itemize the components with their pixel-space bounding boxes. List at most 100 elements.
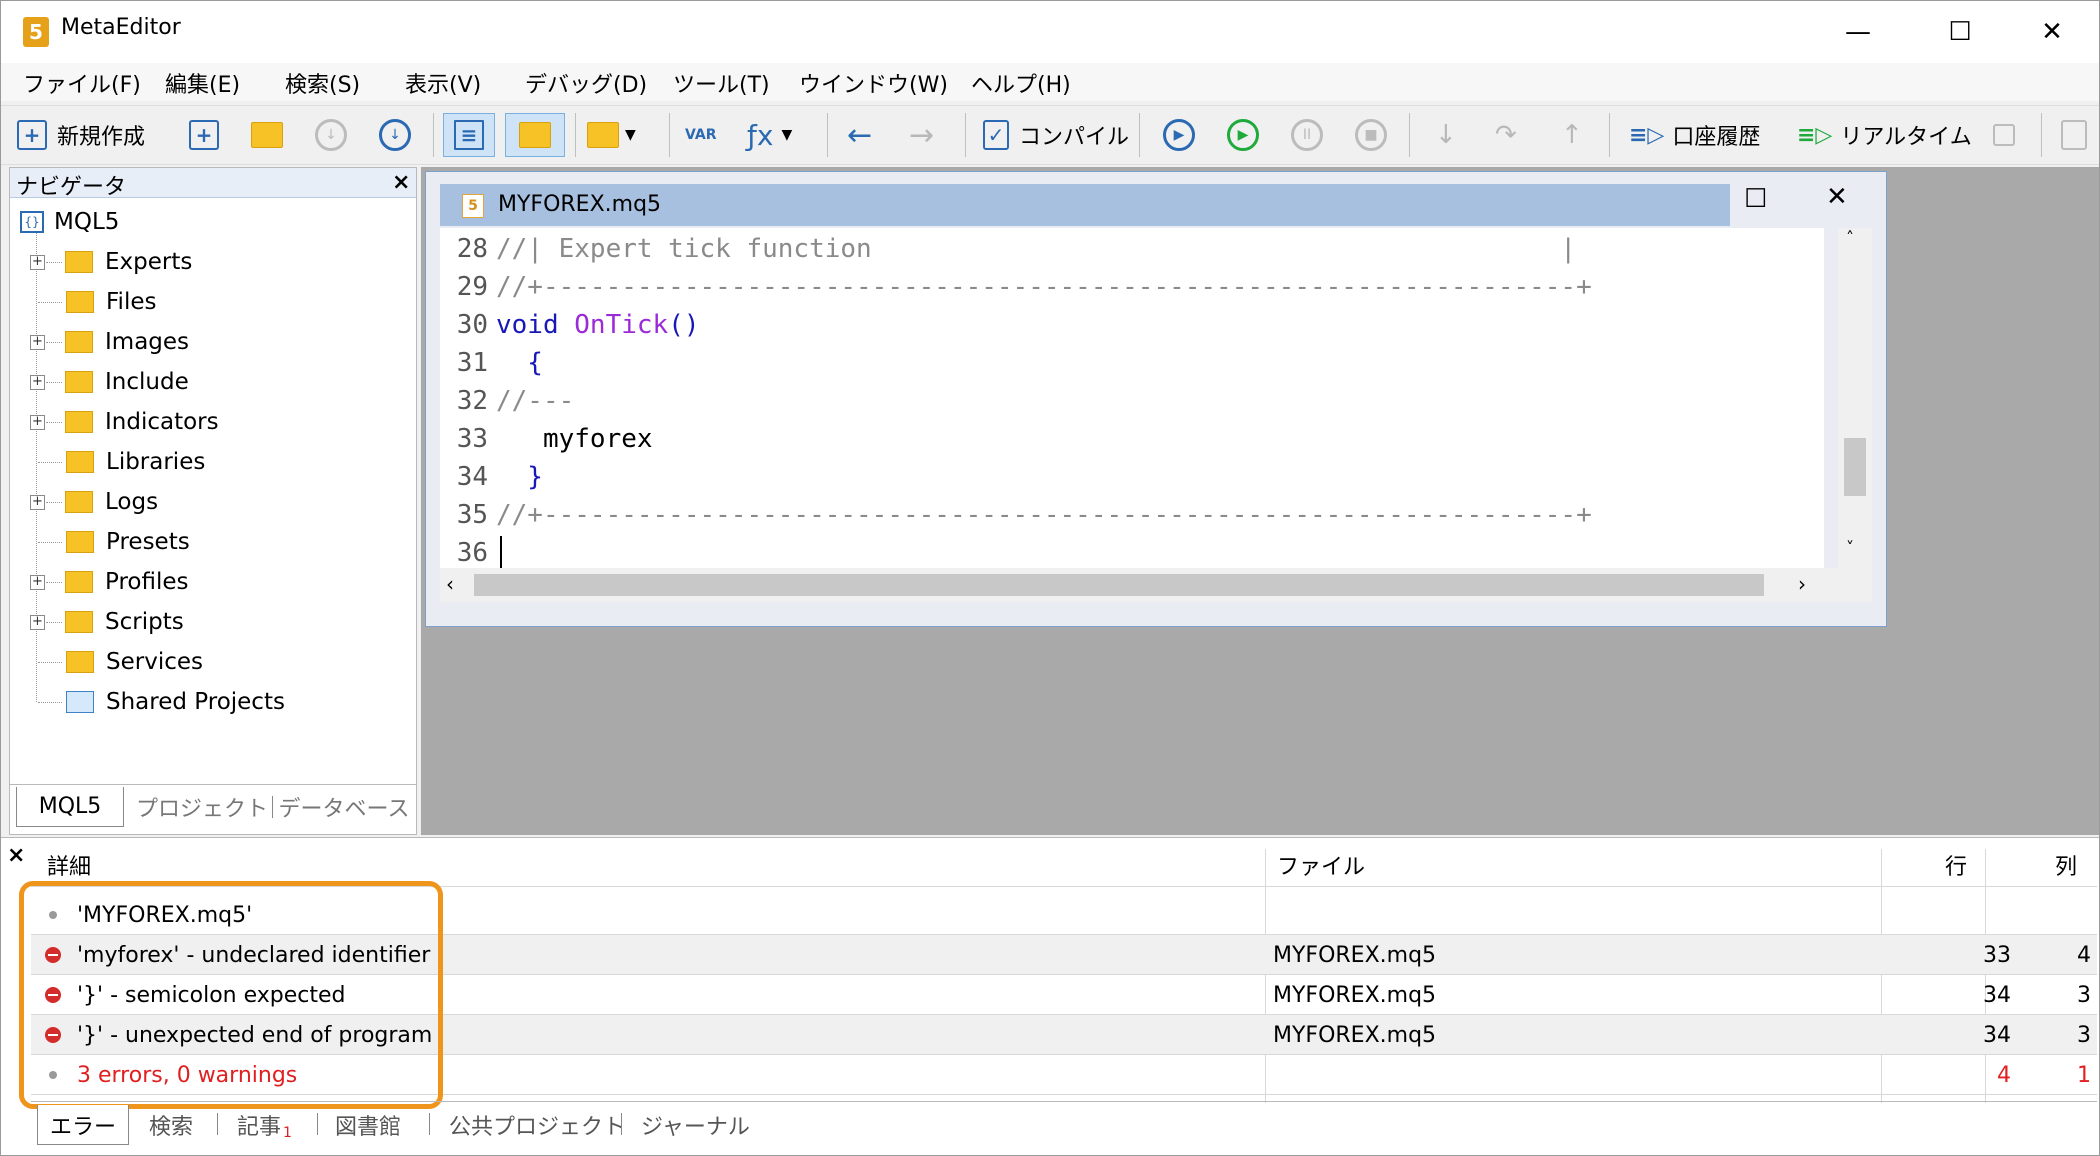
toolbar-separator xyxy=(965,113,966,157)
navtab-database[interactable]: データベース xyxy=(276,787,412,827)
code-line: myforex xyxy=(496,424,653,454)
compile-button[interactable]: ✓ コンパイル xyxy=(983,113,1129,157)
step-out-button[interactable]: ↑ xyxy=(1561,113,1583,157)
tree-item-presets[interactable]: Presets xyxy=(30,522,190,562)
start-real-button[interactable]: ▶ xyxy=(1227,113,1259,157)
menu-edit[interactable]: 編集(E) xyxy=(165,67,240,99)
copy-button[interactable] xyxy=(2061,113,2087,157)
folder-icon xyxy=(65,331,93,353)
col-line[interactable]: 行 xyxy=(1945,849,1967,881)
col-column[interactable]: 列 xyxy=(2055,849,2077,881)
tab-separator xyxy=(217,1113,218,1135)
tree-item-scripts[interactable]: + Scripts xyxy=(30,602,184,642)
btab-library[interactable]: 図書館 xyxy=(335,1105,401,1145)
tree-item-images[interactable]: + Images xyxy=(30,322,189,362)
save-button[interactable]: ↓ xyxy=(379,113,411,157)
menu-window[interactable]: ウインドウ(W) xyxy=(799,67,948,99)
insert-resource-button[interactable]: ▼ xyxy=(587,113,636,157)
tree-item-profiles[interactable]: + Profiles xyxy=(30,562,189,602)
menu-file[interactable]: ファイル(F) xyxy=(23,67,141,99)
btab-public-projects[interactable]: 公共プロジェクト xyxy=(449,1105,625,1145)
tree-item-files[interactable]: Files xyxy=(30,282,156,322)
stop-button[interactable]: ■ xyxy=(1355,113,1387,157)
row-col: 3 xyxy=(2077,1023,2091,1048)
maximize-button[interactable]: ☐ xyxy=(1915,1,2005,63)
step-into-button[interactable]: ↓ xyxy=(1435,113,1457,157)
tree-item-shared-projects[interactable]: Shared Projects xyxy=(30,682,285,722)
save-icon: ↓ xyxy=(379,119,411,151)
toolbox-close-icon[interactable]: × xyxy=(7,843,25,868)
navigator-close-icon[interactable]: × xyxy=(392,170,410,195)
code-area[interactable]: 28 //| Expert tick function | 29 //+----… xyxy=(440,228,1824,568)
tree-root-mql5[interactable]: {} MQL5 xyxy=(20,202,119,242)
folder-icon xyxy=(65,371,93,393)
col-file[interactable]: ファイル xyxy=(1277,849,1365,881)
tree-item-label: Libraries xyxy=(106,449,206,475)
download-button[interactable]: ↓ xyxy=(315,113,347,157)
back-button[interactable]: ← xyxy=(847,113,872,157)
history-test-button[interactable]: ≡▷ 口座履歴 xyxy=(1629,113,1760,157)
tree-item-include[interactable]: + Include xyxy=(30,362,189,402)
pause-button[interactable]: II xyxy=(1291,113,1323,157)
btab-articles[interactable]: 記事 1 xyxy=(237,1105,292,1145)
forward-button[interactable]: → xyxy=(909,113,934,157)
btab-search[interactable]: 検索 xyxy=(149,1105,193,1145)
text-cursor xyxy=(500,536,502,568)
editor-tab[interactable]: 5 MYFOREX.mq5 xyxy=(440,184,1730,226)
vertical-scrollbar[interactable]: ˄ ˅ xyxy=(1838,228,1872,568)
realtime-test-button[interactable]: ≡▷ リアルタイム xyxy=(1797,113,1972,157)
mq5-file-icon: 5 xyxy=(462,194,484,218)
toolbar-separator xyxy=(1139,113,1140,157)
btab-journal[interactable]: ジャーナル xyxy=(641,1105,750,1145)
var-button[interactable]: VAR xyxy=(685,113,717,157)
copy-icon xyxy=(2061,120,2087,150)
navigator-panel: ナビゲータ × {} MQL5 + Experts Files + Images +… xyxy=(9,167,417,835)
scroll-right-icon[interactable]: › xyxy=(1798,572,1806,596)
scroll-up-icon[interactable]: ˄ xyxy=(1846,228,1854,247)
menu-tools[interactable]: ツール(T) xyxy=(673,67,770,99)
test-realtime-icon: ≡▷ xyxy=(1797,122,1833,148)
fx-button[interactable]: ƒx ▼ xyxy=(747,113,792,157)
bottom-tab-divider xyxy=(31,1101,2097,1102)
row-file: MYFOREX.mq5 xyxy=(1273,1023,1437,1048)
editor-close-button[interactable]: ✕ xyxy=(1826,182,1848,212)
minimize-button[interactable]: — xyxy=(1813,1,1903,63)
menu-search[interactable]: 検索(S) xyxy=(285,67,360,99)
tree-item-libraries[interactable]: Libraries xyxy=(30,442,205,482)
open-button[interactable] xyxy=(251,113,283,157)
scroll-thumb[interactable] xyxy=(1844,438,1866,496)
horizontal-scrollbar[interactable]: ‹ › xyxy=(440,568,1872,602)
navigator-tab-divider xyxy=(10,784,416,785)
tree-item-indicators[interactable]: + Indicators xyxy=(30,402,219,442)
tree-item-services[interactable]: Services xyxy=(30,642,203,682)
btab-errors[interactable]: エラー xyxy=(37,1105,129,1145)
menu-debug[interactable]: デバッグ(D) xyxy=(525,67,647,99)
expand-icon: + xyxy=(30,414,45,430)
scroll-down-icon[interactable]: ˅ xyxy=(1846,538,1854,557)
editor-maximize-button[interactable]: ☐ xyxy=(1744,184,1767,214)
window-title: MetaEditor xyxy=(61,15,181,40)
scroll-left-icon[interactable]: ‹ xyxy=(446,572,454,596)
col-detail[interactable]: 詳細 xyxy=(47,849,91,881)
menu-view[interactable]: 表示(V) xyxy=(405,67,481,99)
toggle-navigator-button[interactable] xyxy=(505,113,565,157)
btab-articles-label: 記事 xyxy=(237,1115,282,1140)
toolbar-separator xyxy=(575,113,576,157)
new-project-button[interactable]: + xyxy=(189,113,219,157)
menu-help[interactable]: ヘルプ(H) xyxy=(971,67,1071,99)
navtab-project[interactable]: プロジェクト xyxy=(134,787,270,827)
close-button[interactable]: ✕ xyxy=(2007,1,2097,63)
line-number: 36 xyxy=(456,538,488,568)
tree-item-label: Shared Projects xyxy=(106,689,285,715)
hscroll-thumb[interactable] xyxy=(474,574,1764,596)
tab-separator xyxy=(272,796,273,818)
step-over-button[interactable]: ↷ xyxy=(1495,113,1517,157)
start-history-button[interactable]: ▶ xyxy=(1163,113,1195,157)
toggle-toolbox-button[interactable]: ≡ xyxy=(443,113,495,157)
checkbox-button[interactable] xyxy=(1993,113,2015,157)
tree-item-experts[interactable]: + Experts xyxy=(30,242,192,282)
articles-badge: 1 xyxy=(283,1125,292,1141)
tree-item-logs[interactable]: + Logs xyxy=(30,482,158,522)
new-button[interactable]: + 新規作成 xyxy=(17,113,145,157)
navtab-mql5[interactable]: MQL5 xyxy=(16,787,124,827)
